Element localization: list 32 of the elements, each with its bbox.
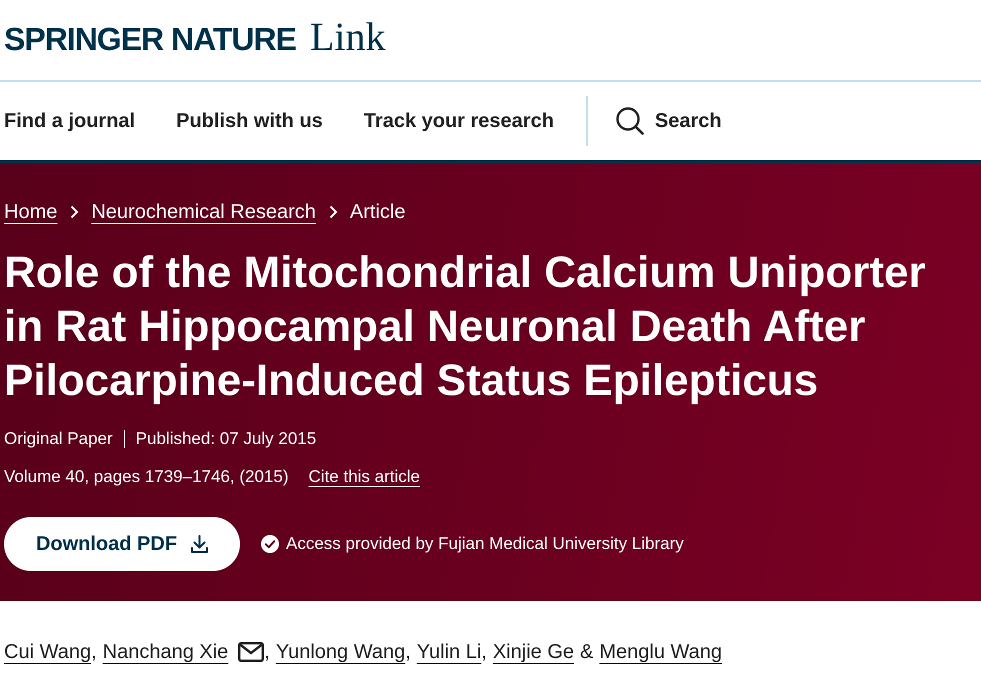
access-notice: Access provided by Fujian Medical University Library xyxy=(286,534,684,554)
author-link[interactable]: Nanchang Xie xyxy=(102,640,228,664)
nav-link[interactable]: Track your research xyxy=(364,110,554,132)
citation-info: Volume 40, pages 1739–1746, (2015) xyxy=(4,466,289,488)
site-logo[interactable]: SPRINGER NATURE Link xyxy=(4,15,386,61)
author-separator: , xyxy=(405,640,411,664)
search-icon xyxy=(616,107,644,135)
chevron-icon xyxy=(70,205,80,219)
author-link[interactable]: Yulin Li xyxy=(416,640,482,664)
author-separator: , xyxy=(91,640,97,664)
author-separator: , xyxy=(264,640,270,664)
article-type: Original Paper xyxy=(4,428,113,450)
breadcrumb-link[interactable]: Home xyxy=(4,200,58,224)
mail-icon[interactable] xyxy=(238,642,264,662)
author-link[interactable]: Menglu Wang xyxy=(599,640,722,664)
author-link[interactable]: Cui Wang xyxy=(4,640,92,664)
chevron-icon xyxy=(328,205,338,219)
download-icon xyxy=(191,535,208,553)
nav-link[interactable]: Publish with us xyxy=(176,110,323,132)
breadcrumb-link[interactable]: Neurochemical Research xyxy=(91,200,316,224)
author-link[interactable]: Xinjie Ge xyxy=(492,640,574,664)
author-separator: , xyxy=(481,640,487,664)
nav-link[interactable]: Find a journal xyxy=(4,110,136,132)
check-circle-icon xyxy=(261,535,279,553)
cite-link[interactable]: Cite this article xyxy=(308,465,420,489)
search-button[interactable]: Search xyxy=(616,107,722,135)
author-separator: & xyxy=(580,640,594,664)
download-pdf-button[interactable]: Download PDF xyxy=(4,517,240,571)
publication-date: Published: 07 July 2015 xyxy=(136,428,316,450)
article-title: Role of the Mitochondrial Calcium Uniporter in Rat Hippocampal Neuronal Death After Pilocarpine-Induced Status Epilepticus xyxy=(4,247,927,407)
breadcrumb-current: Article xyxy=(350,200,406,224)
author-link[interactable]: Yunlong Wang xyxy=(276,640,406,664)
